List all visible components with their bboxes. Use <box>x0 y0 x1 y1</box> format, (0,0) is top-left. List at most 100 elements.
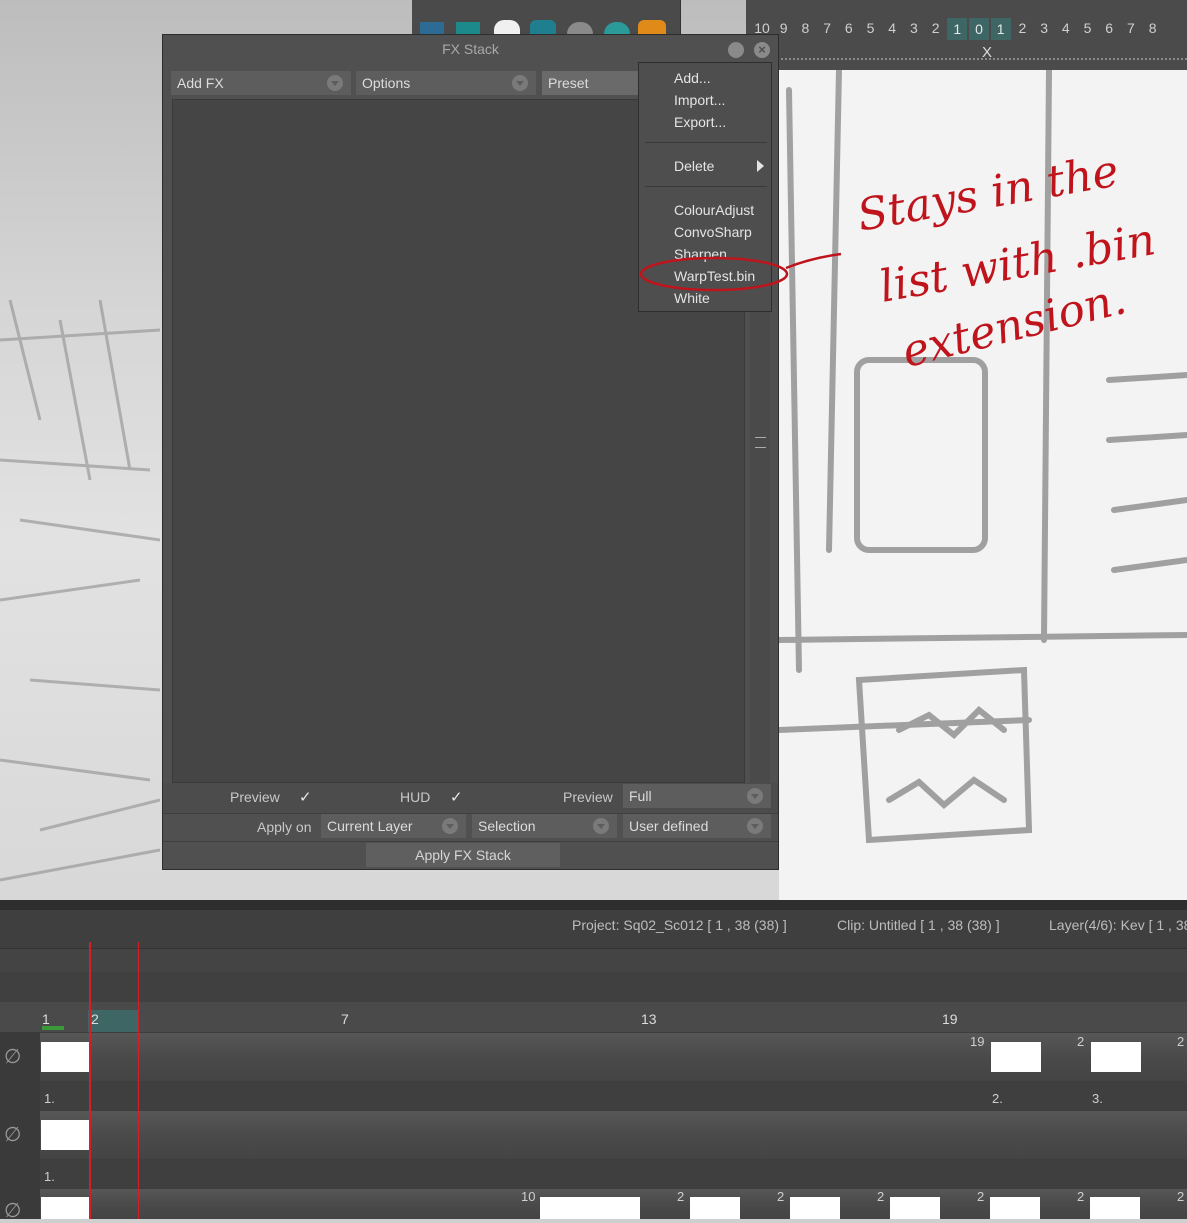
menu-item-add[interactable]: Add... <box>674 70 711 86</box>
menu-item-import[interactable]: Import... <box>674 92 725 108</box>
track-2[interactable] <box>40 1111 1187 1159</box>
footer-divider <box>163 841 778 842</box>
status-clip: Clip: Untitled [ 1 , 38 (38) ] <box>837 917 1000 933</box>
playhead-end-marker[interactable] <box>138 942 139 1219</box>
add-fx-dropdown[interactable]: Add FX <box>171 71 351 95</box>
options-dropdown[interactable]: Options <box>356 71 536 95</box>
keyframe-thumbnail[interactable] <box>41 1042 91 1072</box>
frame-ruler[interactable] <box>0 1002 1187 1032</box>
timeline-spacer <box>0 972 1187 1002</box>
preset-item-colouradjust[interactable]: ColourAdjust <box>674 202 754 218</box>
track-label: 2. <box>992 1091 1003 1106</box>
track-header-2[interactable]: ∅ <box>0 1110 40 1188</box>
menu-item-export[interactable]: Export... <box>674 114 726 130</box>
keyframe-thumbnail[interactable] <box>991 1042 1041 1072</box>
selection-dropdown[interactable]: Selection <box>472 814 617 838</box>
hud-checkbox[interactable]: ✓ <box>450 788 463 806</box>
user-defined-value: User defined <box>629 818 709 834</box>
track-frame-number: 2 <box>1177 1189 1185 1204</box>
annotation-circle <box>639 252 842 292</box>
light-table-frame-5[interactable]: 5 <box>861 20 881 36</box>
track-frame-number: 2 <box>777 1189 785 1204</box>
ruler-frame-2: 2 <box>91 1011 99 1027</box>
light-table-frame-13[interactable]: 3 <box>1034 20 1054 36</box>
status-layer: Layer(4/6): Kev [ 1 , 38 <box>1049 917 1187 933</box>
keyframe-thumbnail[interactable] <box>1090 1197 1140 1219</box>
light-table-frame-14[interactable]: 4 <box>1056 20 1076 36</box>
add-fx-label: Add FX <box>177 75 224 91</box>
apply-fx-stack-button[interactable]: Apply FX Stack <box>366 843 560 867</box>
menu-separator <box>645 142 767 143</box>
options-label: Options <box>362 75 411 91</box>
ruler-frame-1: 1 <box>42 1011 50 1027</box>
selection-value: Selection <box>478 818 536 834</box>
preset-item-convosharp[interactable]: ConvoSharp <box>674 224 752 240</box>
light-table-frame-17[interactable]: 7 <box>1121 20 1141 36</box>
preview-mode-dropdown[interactable]: Full <box>623 784 771 808</box>
track-frame-number: 2 <box>877 1189 885 1204</box>
track-label: 1. <box>44 1169 55 1184</box>
preview-mode-value: Full <box>629 788 652 804</box>
chevron-down-icon <box>593 818 609 834</box>
light-table-frame-12[interactable]: 2 <box>1012 20 1032 36</box>
light-table-frame-9[interactable]: 1 <box>947 18 968 40</box>
collapse-icon[interactable] <box>728 42 744 58</box>
keyframe-thumbnail[interactable] <box>41 1197 91 1219</box>
playhead[interactable] <box>89 942 91 1219</box>
scroll-grip-icon[interactable] <box>755 437 766 448</box>
light-table-frame-7[interactable]: 3 <box>904 20 924 36</box>
track-frame-number: 19 <box>970 1034 985 1049</box>
light-table-frame-2[interactable]: 8 <box>795 20 815 36</box>
brush-palette <box>412 0 681 38</box>
timeline-toolbar <box>0 948 1187 974</box>
light-table-frame-4[interactable]: 6 <box>839 20 859 36</box>
visibility-off-icon[interactable]: ∅ <box>4 1122 21 1147</box>
track-header-1[interactable]: ∅ <box>0 1032 40 1112</box>
visibility-off-icon[interactable]: ∅ <box>4 1044 21 1069</box>
chevron-down-icon <box>442 818 458 834</box>
chevron-down-icon <box>512 75 528 91</box>
submenu-arrow-icon <box>757 160 764 172</box>
ruler-frame-19: 19 <box>942 1011 958 1027</box>
keyframe-thumbnail[interactable] <box>890 1197 940 1219</box>
track-2-label-row <box>40 1159 1187 1187</box>
status-project: Project: Sq02_Sc012 [ 1 , 38 (38) ] <box>572 917 787 933</box>
light-table-frame-11[interactable]: 1 <box>990 18 1011 40</box>
window-title: FX Stack <box>442 41 499 57</box>
light-table-frame-15[interactable]: 5 <box>1078 20 1098 36</box>
keyframe-thumbnail[interactable] <box>690 1197 740 1219</box>
preview-checkbox[interactable]: ✓ <box>299 788 312 806</box>
keyframe-thumbnail[interactable] <box>41 1120 91 1150</box>
track-header-3[interactable]: ∅ <box>0 1188 40 1222</box>
chevron-down-icon <box>747 818 763 834</box>
user-defined-dropdown[interactable]: User defined <box>623 814 771 838</box>
apply-on-dropdown[interactable]: Current Layer <box>321 814 466 838</box>
track-1-label-row <box>40 1081 1187 1109</box>
light-table-frame-6[interactable]: 4 <box>882 20 902 36</box>
light-table-frame-10[interactable]: 0 <box>969 18 989 40</box>
keyframe-thumbnail[interactable] <box>540 1197 590 1219</box>
menu-item-delete[interactable]: Delete <box>674 158 714 174</box>
light-table-frame-8[interactable]: 2 <box>926 20 946 36</box>
light-table-palette: 10 9 8 7 6 5 4 3 2 1 0 1 2 3 4 5 6 7 8 X <box>746 0 1187 70</box>
visibility-off-icon[interactable]: ∅ <box>4 1198 21 1223</box>
apply-on-label: Apply on <box>257 819 312 835</box>
track-frame-number: 2 <box>1077 1189 1085 1204</box>
light-table-frame-18[interactable]: 8 <box>1143 20 1163 36</box>
track-frame-number: 10 <box>521 1189 536 1204</box>
track-label: 3. <box>1092 1091 1103 1106</box>
menu-separator <box>645 186 767 187</box>
track-frame-number: 2 <box>1177 1034 1185 1049</box>
keyframe-thumbnail[interactable] <box>790 1197 840 1219</box>
track-label: 1. <box>44 1091 55 1106</box>
light-table-frame-3[interactable]: 7 <box>817 20 837 36</box>
track-frame-number: 2 <box>677 1189 685 1204</box>
close-icon[interactable]: × <box>754 42 770 58</box>
chevron-down-icon <box>747 788 763 804</box>
preset-dropdown[interactable]: Preset <box>542 71 642 95</box>
keyframe-thumbnail[interactable] <box>590 1197 640 1219</box>
light-table-frame-16[interactable]: 6 <box>1099 20 1119 36</box>
keyframe-thumbnail[interactable] <box>1091 1042 1141 1072</box>
apply-on-value: Current Layer <box>327 818 413 834</box>
keyframe-thumbnail[interactable] <box>990 1197 1040 1219</box>
